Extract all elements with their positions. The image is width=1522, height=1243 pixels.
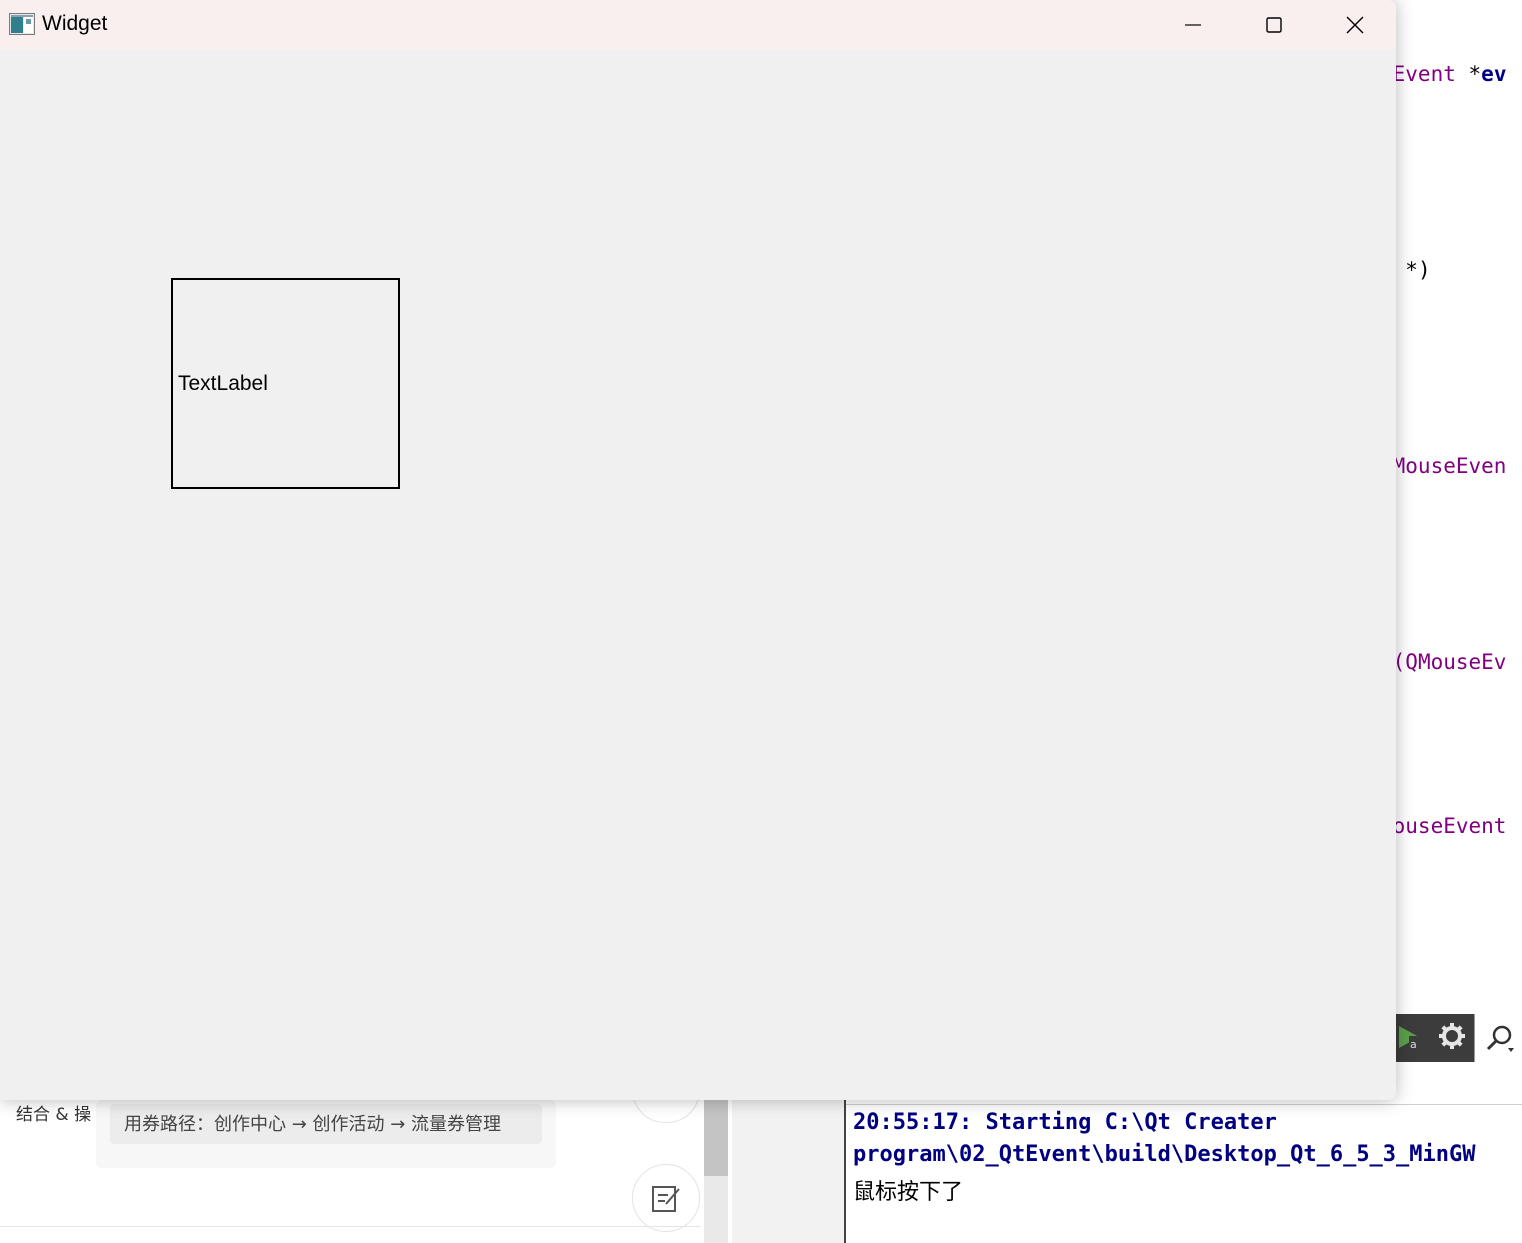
article-text: 结合 & 操 <box>16 1105 92 1125</box>
text-label-text: TextLabel <box>178 372 268 395</box>
output-line: 鼠标按下了 <box>853 1180 964 1205</box>
application-output-pane: 20:55:17: Starting C:\Qt Creater program… <box>732 1100 1522 1243</box>
edit-note-icon[interactable] <box>632 1164 700 1232</box>
output-line: 20:55:17: Starting C:\Qt Creater <box>853 1110 1277 1135</box>
close-icon <box>1346 16 1364 34</box>
minimize-button[interactable] <box>1153 0 1233 50</box>
window-title: Widget <box>42 12 108 35</box>
widget-window: Widget TextLabel <box>0 0 1396 1100</box>
code-line: QMouseEven <box>1380 454 1507 478</box>
run-debug-icon[interactable]: a <box>1394 1022 1426 1054</box>
widget-client-area[interactable]: TextLabel <box>0 50 1396 1100</box>
coupon-path-text: 用券路径：创作中心 → 创作活动 → 流量券管理 <box>124 1114 502 1135</box>
output-gutter <box>732 1100 846 1243</box>
code-line: rEvent *ev <box>1380 62 1507 86</box>
output-line: program\02_QtEvent\build\Desktop_Qt_6_5_… <box>853 1142 1476 1167</box>
output-toolbar: a <box>1380 1014 1522 1062</box>
scrollbar-thumb[interactable] <box>704 1100 728 1176</box>
close-button[interactable] <box>1315 0 1395 50</box>
scrollbar[interactable] <box>704 1100 728 1243</box>
divider <box>0 1226 700 1227</box>
title-bar[interactable]: Widget <box>0 0 1396 50</box>
code-line: t(QMouseEv <box>1380 650 1507 674</box>
search-icon[interactable] <box>1474 1014 1522 1062</box>
maximize-icon <box>1266 17 1282 33</box>
code-editor-background: rEvent *ev t *) QMouseEven t(QMouseEv Mo… <box>1380 50 1522 1010</box>
coupon-path-box: 用券路径：创作中心 → 创作活动 → 流量券管理 <box>110 1104 542 1144</box>
svg-text:a: a <box>1410 1038 1417 1051</box>
gear-icon[interactable] <box>1436 1022 1468 1054</box>
divider <box>846 1104 1522 1105</box>
code-line: MouseEvent <box>1380 814 1507 838</box>
app-icon <box>9 13 35 39</box>
background-web-page: 结合 & 操 用券路径：创作中心 → 创作活动 → 流量券管理 <box>0 1070 732 1243</box>
minimize-icon <box>1185 24 1201 26</box>
maximize-button[interactable] <box>1234 0 1314 50</box>
text-label[interactable]: TextLabel <box>171 278 400 489</box>
